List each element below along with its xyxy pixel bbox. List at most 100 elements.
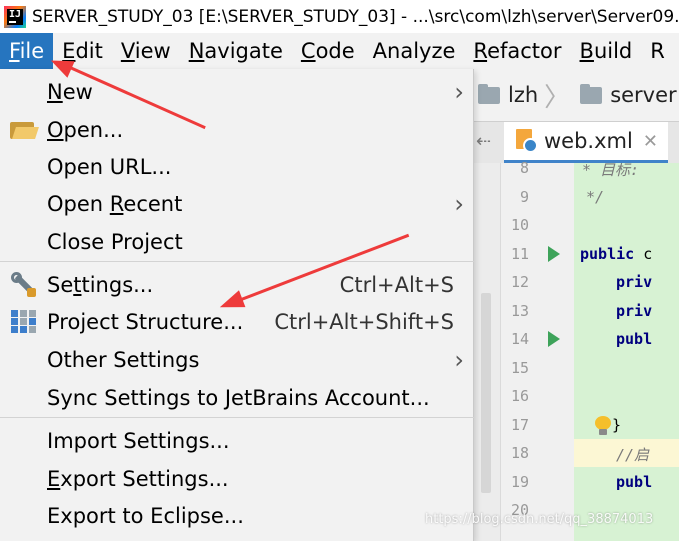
menu-build-label: uild — [593, 39, 633, 63]
menu-item-new[interactable]: New › — [0, 73, 474, 110]
menu-analyze-label: Analyze — [372, 39, 456, 63]
menu-item-project-structure-label: Project Structure... — [47, 309, 244, 334]
menu-bar: File Edit View Navigate Code Analyze Ref… — [0, 33, 679, 69]
chevron-right-icon: › — [454, 77, 464, 106]
intellij-logo-icon: IJ — [4, 5, 26, 28]
menu-navigate[interactable]: Navigate — [180, 33, 292, 69]
menu-refactor[interactable]: Refactor — [464, 33, 570, 69]
line-number: 17 — [510, 415, 529, 434]
code-line: public c — [580, 244, 653, 263]
menu-item-open-label: Open... — [47, 117, 124, 142]
breadcrumb-item-lzh[interactable]: lzh — [478, 83, 538, 107]
run-gutter-icon[interactable] — [548, 245, 560, 262]
tab-label: web.xml — [544, 129, 633, 153]
menu-item-sync-settings[interactable]: Sync Settings to JetBrains Account... — [0, 379, 474, 416]
menu-separator — [0, 417, 474, 418]
menu-build[interactable]: Build — [571, 33, 642, 69]
code-line: * 目标: — [582, 163, 640, 179]
breadcrumb-item-server[interactable]: server — [580, 83, 677, 107]
menu-item-open[interactable]: Open... — [0, 111, 474, 148]
menu-item-import-settings-label: Import Settings... — [47, 428, 230, 453]
menu-item-import-settings[interactable]: Import Settings... — [0, 422, 474, 459]
menu-file-label: ile — [19, 39, 45, 63]
scrollbar[interactable] — [481, 293, 491, 493]
editor-gutter: 8 9 10 11 12 13 14 15 16 17 18 19 20 — [500, 159, 602, 541]
menu-view-label: iew — [134, 39, 171, 63]
breadcrumb-label: lzh — [508, 83, 539, 107]
menu-item-open-url-label: Open URL... — [47, 154, 172, 179]
menu-item-sync-settings-label: Sync Settings to JetBrains Account... — [47, 385, 430, 410]
menu-file[interactable]: File — [0, 33, 54, 69]
menu-item-other-settings-label: Other Settings — [47, 347, 200, 372]
breadcrumb-separator-icon: 〉 — [544, 82, 571, 113]
menu-item-close-project[interactable]: Close Project — [0, 223, 474, 260]
line-number: 9 — [519, 187, 529, 206]
menu-item-open-url[interactable]: Open URL... — [0, 148, 474, 185]
line-number: 15 — [510, 358, 529, 377]
shortcut-settings: Ctrl+Alt+S — [339, 272, 454, 297]
code-line: */ — [586, 187, 605, 206]
menu-analyze[interactable]: Analyze — [364, 33, 465, 69]
menu-view[interactable]: View — [112, 33, 180, 69]
menu-item-export-settings[interactable]: Export Settings... — [0, 460, 474, 497]
menu-view-mnemonic: V — [120, 39, 135, 63]
breadcrumb-label: server — [610, 83, 677, 107]
menu-item-export-settings-label: Export Settings... — [47, 466, 229, 491]
menu-item-settings-label: Settings... — [47, 272, 154, 297]
line-number: 11 — [510, 244, 529, 263]
run-gutter-icon[interactable] — [548, 331, 560, 347]
menu-code-label: ode — [315, 39, 355, 63]
code-line: publ — [616, 472, 653, 491]
menu-item-open-recent[interactable]: Open Recent › — [0, 185, 474, 222]
menu-refactor-label: efactor — [487, 39, 562, 63]
project-panel-edge — [474, 163, 500, 541]
breadcrumb: lzh 〉 server — [474, 69, 679, 121]
code-line: publ — [616, 330, 653, 348]
line-number: 10 — [510, 216, 529, 234]
tab-web-xml[interactable]: web.xml ✕ — [504, 122, 668, 163]
line-number: 19 — [510, 472, 529, 491]
menu-build-mnemonic: B — [579, 39, 594, 63]
menu-refactor-mnemonic: R — [473, 39, 488, 63]
menu-navigate-label: avigate — [204, 39, 283, 63]
menu-item-export-eclipse-label: Export to Eclipse... — [47, 503, 244, 528]
menu-item-other-settings[interactable]: Other Settings › — [0, 341, 474, 378]
wrench-icon — [11, 271, 37, 298]
menu-item-open-recent-label: Open Recent — [47, 191, 183, 216]
code-area[interactable]: * 目标: */ public c priv priv publ} //启 publ — [574, 163, 679, 541]
code-line: } — [612, 415, 622, 434]
ide-background: lzh 〉 server ⇠ web.xml ✕ 8 9 10 11 12 13 14 15 1… — [474, 69, 679, 541]
menu-code-mnemonic: C — [300, 39, 316, 63]
window-title: SERVER_STUDY_03 [E:\SERVER_STUDY_03] - .… — [32, 6, 678, 27]
xml-file-icon — [514, 129, 538, 153]
open-folder-icon — [10, 120, 37, 140]
title-bar: IJ SERVER_STUDY_03 [E:\SERVER_STUDY_03] … — [0, 0, 679, 33]
watermark: https://blog.csdn.net/qq_38874013 — [425, 512, 654, 527]
arrow-left-icon[interactable]: ⇠ — [476, 131, 491, 152]
project-structure-icon — [11, 309, 37, 334]
menu-edit-label: dit — [75, 39, 103, 63]
code-line: //启 — [616, 446, 650, 464]
menu-item-close-project-label: Close Project — [47, 229, 183, 254]
code-line: priv — [616, 273, 653, 291]
chevron-right-icon: › — [454, 345, 464, 374]
line-number: 16 — [510, 387, 529, 405]
lightbulb-icon[interactable] — [594, 415, 612, 436]
folder-icon — [580, 83, 603, 104]
menu-file-mnemonic: F — [9, 39, 20, 63]
menu-navigate-mnemonic: N — [188, 39, 205, 63]
line-number: 14 — [510, 330, 529, 348]
line-number: 12 — [510, 273, 529, 291]
menu-code[interactable]: Code — [292, 33, 364, 69]
shortcut-project-structure: Ctrl+Alt+Shift+S — [274, 309, 454, 334]
menu-run[interactable]: R — [641, 33, 674, 69]
menu-run-mnemonic: R — [650, 39, 665, 63]
code-line: priv — [616, 301, 653, 320]
editor-tab-bar: ⇠ web.xml ✕ — [474, 121, 679, 163]
close-icon[interactable]: ✕ — [643, 131, 658, 152]
line-number: 8 — [519, 159, 529, 177]
chevron-right-icon: › — [454, 189, 464, 218]
menu-item-export-eclipse[interactable]: Export to Eclipse... — [0, 497, 474, 534]
line-number: 18 — [510, 444, 529, 462]
line-number: 13 — [510, 301, 529, 320]
